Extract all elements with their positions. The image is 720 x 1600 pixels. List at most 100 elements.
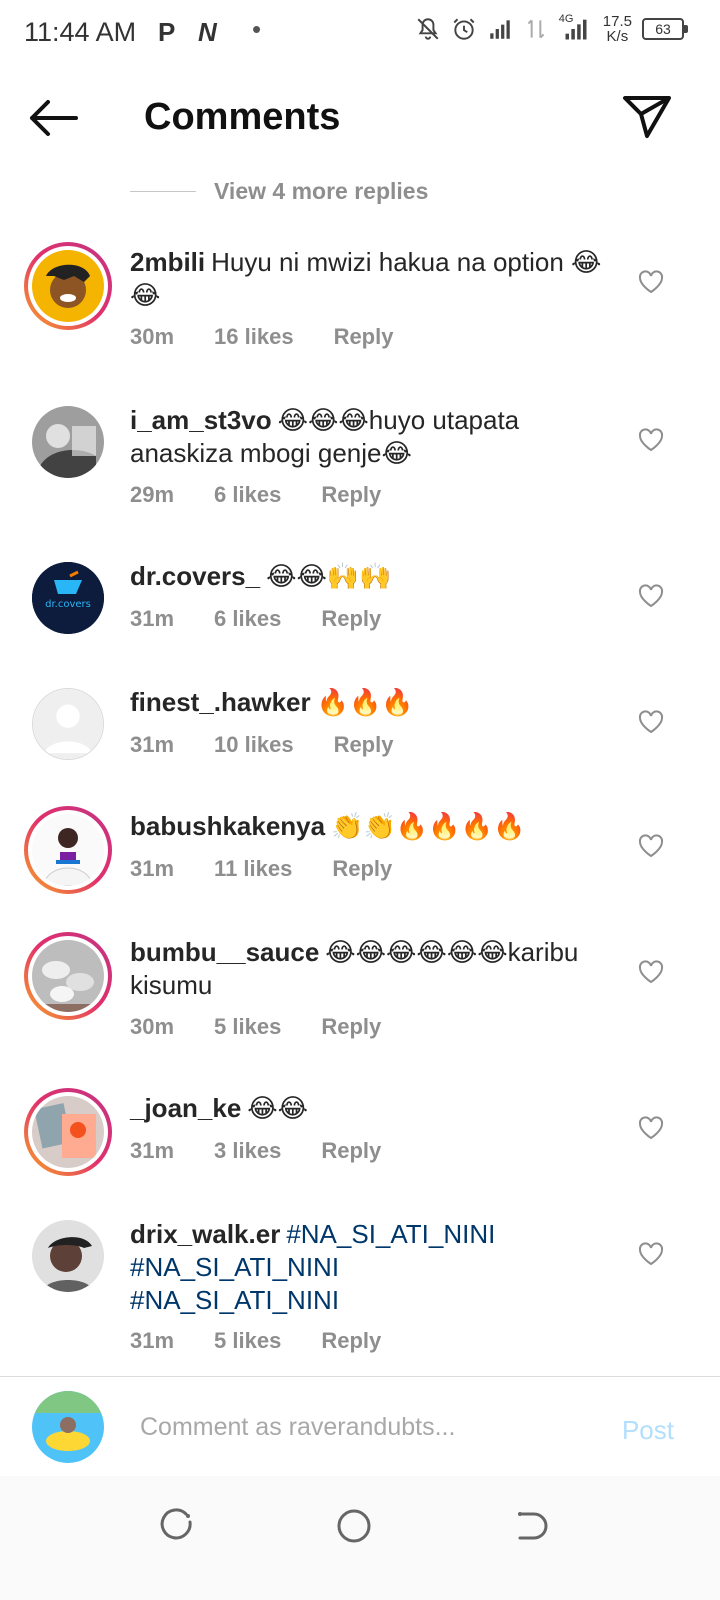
recents-icon[interactable] <box>158 1506 198 1546</box>
comment-input-bar: Post <box>0 1376 720 1476</box>
comment-time: 30m <box>130 324 175 349</box>
default-avatar-icon[interactable] <box>32 688 104 760</box>
comment-content: 😂😂 <box>247 1093 309 1123</box>
comment-time: 30m <box>130 1014 175 1039</box>
avatar[interactable] <box>32 406 104 478</box>
avatar-story-ring[interactable] <box>24 806 112 894</box>
hashtag-link[interactable]: #NA_SI_ATI_NINI <box>286 1219 495 1249</box>
comment-time: 31m <box>130 606 175 631</box>
comment-meta: 29m 6 likes Reply <box>130 482 421 508</box>
comment-likes[interactable]: 3 likes <box>214 1138 281 1164</box>
reply-button[interactable]: Reply <box>334 732 394 758</box>
app-notification-icon-n: N <box>198 17 217 47</box>
avatar-story-ring[interactable] <box>24 1088 112 1176</box>
comment-username[interactable]: drix_walk.er <box>130 1219 280 1249</box>
comment-time: 31m <box>130 856 175 881</box>
comment-likes[interactable]: 5 likes <box>214 1328 281 1354</box>
avatar[interactable]: dr.covers <box>32 562 104 634</box>
reply-button[interactable]: Reply <box>321 606 381 632</box>
comment-content: 🔥🔥🔥 <box>316 687 414 717</box>
heart-outline-icon[interactable] <box>638 1242 664 1266</box>
network-speed: 17.5 K/s <box>602 13 632 45</box>
reply-button[interactable]: Reply <box>334 324 394 350</box>
status-time: 11:44 AM <box>24 17 137 47</box>
mute-bell-icon <box>417 18 439 40</box>
comment-meta: 30m 5 likes Reply <box>130 1014 421 1040</box>
replies-divider-line <box>130 191 196 192</box>
reply-button[interactable]: Reply <box>321 1014 381 1040</box>
comment-text: i_am_st3vo 😂😂😂huyo utapata anaskiza mbogi… <box>130 404 610 470</box>
app-notification-icon-p: P <box>158 17 176 47</box>
back-arrow-icon[interactable] <box>26 96 82 140</box>
comment-meta: 31m 3 likes Reply <box>130 1138 421 1164</box>
avatar <box>32 250 104 322</box>
avatar-logo-text: dr.covers <box>45 599 91 610</box>
reply-button[interactable]: Reply <box>321 482 381 508</box>
comment-meta: 30m 16 likes Reply <box>130 324 433 350</box>
comment-text: babushkakenya 👏👏🔥🔥🔥🔥 <box>130 810 610 843</box>
home-circle-icon[interactable] <box>334 1506 374 1546</box>
comment-username[interactable]: bumbu__sauce <box>130 937 319 967</box>
comment-text: finest_.hawker 🔥🔥🔥 <box>130 686 610 719</box>
reply-button[interactable]: Reply <box>321 1328 381 1354</box>
current-user-avatar <box>32 1391 104 1463</box>
heart-outline-icon[interactable] <box>638 584 664 608</box>
system-nav-bar <box>0 1476 720 1600</box>
comment-meta: 31m 11 likes Reply <box>130 856 432 882</box>
hashtag-link[interactable]: #NA_SI_ATI_NINI <box>130 1285 339 1315</box>
comment-input[interactable] <box>140 1407 590 1447</box>
comment-text: dr.covers_ 😂😂🙌🙌 <box>130 560 610 593</box>
hashtag-link[interactable]: #NA_SI_ATI_NINI <box>130 1252 339 1282</box>
comment-username[interactable]: finest_.hawker <box>130 687 311 717</box>
heart-outline-icon[interactable] <box>638 270 664 294</box>
paper-plane-icon[interactable] <box>622 94 672 140</box>
comment-username[interactable]: 2mbili <box>130 247 205 277</box>
comment-username[interactable]: dr.covers_ <box>130 561 260 591</box>
comment-likes[interactable]: 10 likes <box>214 732 294 758</box>
comment-username[interactable]: _joan_ke <box>130 1093 241 1123</box>
comment-likes[interactable]: 6 likes <box>214 606 281 632</box>
comment-meta: 31m 10 likes Reply <box>130 732 433 758</box>
comment-text: _joan_ke 😂😂 <box>130 1092 610 1125</box>
comment-time: 31m <box>130 732 175 757</box>
comment-content: 😂😂🙌🙌 <box>266 561 392 591</box>
back-nav-icon[interactable] <box>510 1506 550 1546</box>
comment-username[interactable]: i_am_st3vo <box>130 405 272 435</box>
data-transfer-icon <box>527 19 545 39</box>
heart-outline-icon[interactable] <box>638 834 664 858</box>
comment-time: 29m <box>130 482 175 507</box>
view-more-replies-label: View 4 more replies <box>214 178 429 204</box>
comment-meta: 31m 5 likes Reply <box>130 1328 421 1354</box>
signal-icon <box>490 20 510 39</box>
comment-likes[interactable]: 11 likes <box>214 856 292 882</box>
more-notifications-dot-icon: • <box>252 14 262 44</box>
signal-4g-icon: 4G <box>559 13 593 43</box>
status-icons: 4G 17.5 K/s 63 <box>415 13 688 45</box>
heart-outline-icon[interactable] <box>638 428 664 452</box>
page-title: Comments <box>144 96 341 138</box>
battery-icon: 63 <box>642 18 688 40</box>
comment-username[interactable]: babushkakenya <box>130 811 325 841</box>
avatar-story-ring[interactable] <box>24 242 112 330</box>
comment-likes[interactable]: 6 likes <box>214 482 281 508</box>
view-more-replies-button[interactable]: View 4 more replies <box>130 178 428 205</box>
avatar-story-ring[interactable] <box>24 932 112 1020</box>
comment-text: 2mbili Huyu ni mwizi hakua na option 😂😂 <box>130 246 610 312</box>
avatar[interactable] <box>32 1220 104 1292</box>
reply-button[interactable]: Reply <box>332 856 392 882</box>
comment-text: bumbu__sauce 😂😂😂😂😂😂karibu kisumu <box>130 936 610 1002</box>
avatar <box>32 1096 104 1168</box>
avatar <box>32 940 104 1012</box>
comment-meta: 31m 6 likes Reply <box>130 606 421 632</box>
heart-outline-icon[interactable] <box>638 960 664 984</box>
post-button[interactable]: Post <box>622 1415 674 1446</box>
alarm-icon <box>453 18 475 40</box>
heart-outline-icon[interactable] <box>638 710 664 734</box>
status-bar: 11:44 AM P N • 4G 17.5 K/s 63 <box>0 0 720 64</box>
comment-content: 👏👏🔥🔥🔥🔥 <box>331 811 526 841</box>
reply-button[interactable]: Reply <box>321 1138 381 1164</box>
comment-likes[interactable]: 16 likes <box>214 324 294 350</box>
comment-likes[interactable]: 5 likes <box>214 1014 281 1040</box>
header: Comments <box>0 70 720 170</box>
heart-outline-icon[interactable] <box>638 1116 664 1140</box>
